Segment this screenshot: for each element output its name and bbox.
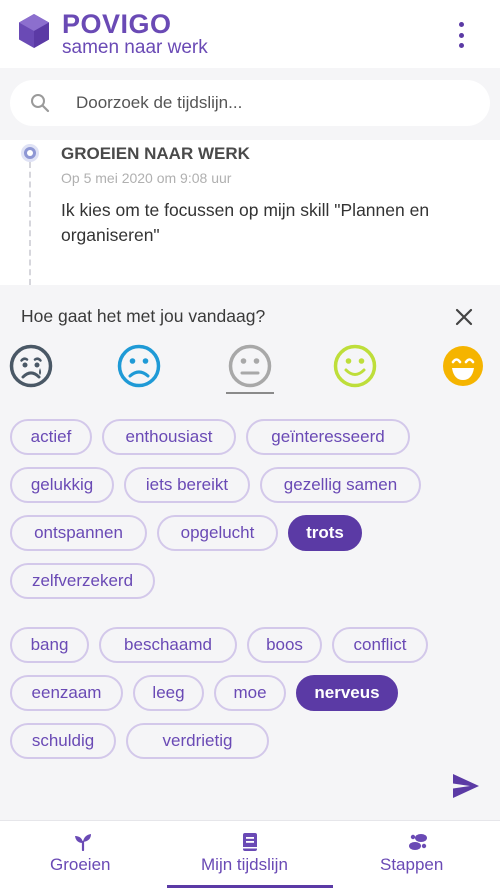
bottom-nav: Groeien Mijn tijdslijn Stappen	[0, 820, 500, 888]
footsteps-icon	[409, 834, 427, 850]
brand-name: POVIGO	[62, 9, 172, 39]
feeling-chip-iets-bereikt[interactable]: iets bereikt	[124, 467, 250, 503]
nav-label-stappen: Stappen	[380, 855, 444, 874]
sprout-icon	[75, 834, 91, 851]
timeline-entry-title: GROEIEN NAAR WERK	[61, 144, 250, 163]
happy-face-icon[interactable]	[333, 344, 377, 388]
send-icon[interactable]	[452, 773, 480, 799]
selected-face-indicator	[226, 392, 274, 394]
very-sad-face-icon[interactable]	[9, 344, 53, 388]
feeling-chip-actief[interactable]: actief	[10, 419, 92, 455]
brand: POVIGO samen naar werk	[62, 10, 208, 58]
feeling-chip-geinteresseerd[interactable]: geïnteresseerd	[246, 419, 410, 455]
feeling-chip-leeg[interactable]: leeg	[133, 675, 204, 711]
close-icon[interactable]	[454, 307, 474, 327]
neutral-face-icon[interactable]	[228, 344, 272, 388]
search-input[interactable]	[76, 90, 466, 116]
feeling-chip-gelukkig[interactable]: gelukkig	[10, 467, 114, 503]
feeling-chip-verdrietig[interactable]: verdrietig	[126, 723, 269, 759]
feeling-chip-schuldig[interactable]: schuldig	[10, 723, 116, 759]
search-bar	[10, 80, 490, 126]
very-happy-face-icon[interactable]	[441, 344, 485, 388]
book-icon	[243, 833, 257, 851]
hexagon-logo-icon	[19, 14, 49, 48]
nav-label-groeien: Groeien	[50, 855, 111, 874]
feeling-chip-zelfverzekerd[interactable]: zelfverzekerd	[10, 563, 155, 599]
brand-tagline: samen naar werk	[62, 37, 208, 58]
feeling-chip-trots[interactable]: trots	[288, 515, 362, 551]
feeling-chip-opgelucht[interactable]: opgelucht	[157, 515, 278, 551]
feeling-chip-moe[interactable]: moe	[214, 675, 286, 711]
feeling-chip-enthousiast[interactable]: enthousiast	[102, 419, 236, 455]
nav-label-mijn-tijdslijn: Mijn tijdslijn	[201, 855, 288, 874]
mood-panel: Hoe gaat het met jou vandaag? actief ent…	[0, 285, 500, 820]
mood-question: Hoe gaat het met jou vandaag?	[21, 306, 266, 326]
feeling-chip-gezellig-samen[interactable]: gezellig samen	[260, 467, 421, 503]
feeling-chip-conflict[interactable]: conflict	[332, 627, 428, 663]
app-header: POVIGO samen naar werk	[0, 0, 500, 68]
feeling-chip-beschaamd[interactable]: beschaamd	[99, 627, 237, 663]
more-vertical-icon[interactable]	[456, 22, 466, 48]
feeling-chip-bang[interactable]: bang	[10, 627, 89, 663]
feeling-chip-nerveus[interactable]: nerveus	[296, 675, 398, 711]
sad-face-icon[interactable]	[117, 344, 161, 388]
timeline-entry-text: Ik kies om te focussen op mijn skill "Pl…	[61, 200, 430, 245]
timeline-dot	[21, 144, 39, 162]
timeline: GROEIEN NAAR WERK Op 5 mei 2020 om 9:08 …	[0, 140, 500, 285]
nav-item-mijn-tijdslijn[interactable]: Mijn tijdslijn	[167, 821, 333, 888]
feeling-chip-boos[interactable]: boos	[247, 627, 322, 663]
timeline-line	[29, 162, 31, 285]
feeling-chip-ontspannen[interactable]: ontspannen	[10, 515, 147, 551]
feeling-chip-eenzaam[interactable]: eenzaam	[10, 675, 123, 711]
search-icon	[31, 94, 50, 113]
timeline-entry-date: Op 5 mei 2020 om 9:08 uur	[61, 170, 232, 186]
nav-item-groeien[interactable]: Groeien	[0, 821, 167, 888]
nav-item-stappen[interactable]: Stappen	[333, 821, 500, 888]
